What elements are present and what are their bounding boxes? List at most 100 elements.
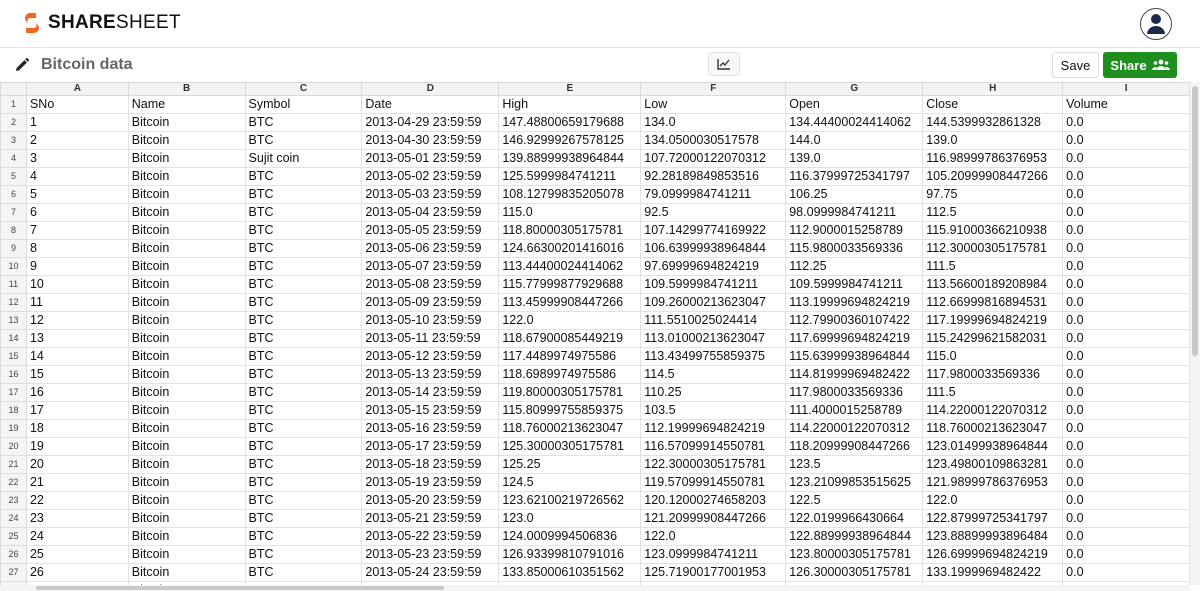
row-number[interactable]: 5 xyxy=(0,167,27,186)
row-number[interactable]: 8 xyxy=(0,221,27,240)
cell[interactable]: 15 xyxy=(25,365,129,384)
cell[interactable]: 113.01000213623047 xyxy=(640,329,787,348)
cell[interactable]: Bitcoin xyxy=(127,365,246,384)
row-number[interactable]: 14 xyxy=(0,329,27,348)
cell[interactable]: 0.0 xyxy=(1062,347,1190,366)
column-header-a[interactable]: A xyxy=(25,82,129,96)
cell[interactable]: 6 xyxy=(25,203,129,222)
cell[interactable]: 2013-05-11 23:59:59 xyxy=(361,329,500,348)
column-header-e[interactable]: E xyxy=(498,82,642,96)
cell[interactable]: Bitcoin xyxy=(127,149,246,168)
cell[interactable]: 133.85000610351562 xyxy=(498,563,642,582)
cell[interactable]: 115.24299621582031 xyxy=(922,329,1064,348)
cell[interactable]: 123.80000305175781 xyxy=(785,545,924,564)
cell[interactable]: 117.69999694824219 xyxy=(785,329,924,348)
cell[interactable]: Bitcoin xyxy=(127,293,246,312)
cell[interactable]: 116.37999725341797 xyxy=(785,167,924,186)
cell[interactable]: 113.56600189208984 xyxy=(922,275,1064,294)
share-button[interactable]: Share xyxy=(1103,52,1177,78)
cell[interactable]: 123.0 xyxy=(498,509,642,528)
cell[interactable]: BTC xyxy=(244,221,363,240)
cell[interactable]: 2013-05-02 23:59:59 xyxy=(361,167,500,186)
horizontal-scrollbar[interactable] xyxy=(0,585,1190,591)
cell[interactable]: 107.72000122070312 xyxy=(640,149,787,168)
cell[interactable]: BTC xyxy=(244,491,363,510)
cell[interactable]: 112.19999694824219 xyxy=(640,419,787,438)
cell[interactable]: BTC xyxy=(244,527,363,546)
cell[interactable]: 21 xyxy=(25,473,129,492)
cell[interactable]: BTC xyxy=(244,311,363,330)
cell[interactable]: 112.9000015258789 xyxy=(785,221,924,240)
cell[interactable]: 2013-05-10 23:59:59 xyxy=(361,311,500,330)
cell[interactable]: 122.0199966430664 xyxy=(785,509,924,528)
cell[interactable]: 139.88999938964844 xyxy=(498,149,642,168)
cell[interactable]: 2013-05-16 23:59:59 xyxy=(361,419,500,438)
cell[interactable]: 126.69999694824219 xyxy=(922,545,1064,564)
cell[interactable]: 98.0999984741211 xyxy=(785,203,924,222)
cell[interactable]: 0.0 xyxy=(1062,437,1190,456)
cell[interactable]: 118.67900085449219 xyxy=(498,329,642,348)
cell[interactable]: 122.0 xyxy=(640,527,787,546)
cell[interactable]: 122.30000305175781 xyxy=(640,455,787,474)
cell[interactable]: 118.6989974975586 xyxy=(498,365,642,384)
cell[interactable]: Bitcoin xyxy=(127,563,246,582)
cell[interactable]: Low xyxy=(640,95,787,114)
cell[interactable]: 0.0 xyxy=(1062,545,1190,564)
cell[interactable]: 0.0 xyxy=(1062,149,1190,168)
cell[interactable]: 12 xyxy=(25,311,129,330)
cell[interactable]: 0.0 xyxy=(1062,167,1190,186)
cell[interactable]: 2013-05-22 23:59:59 xyxy=(361,527,500,546)
cell[interactable]: 112.30000305175781 xyxy=(922,239,1064,258)
insert-chart-button[interactable] xyxy=(708,52,740,76)
cell[interactable]: Sujit coin xyxy=(244,149,363,168)
cell[interactable]: Name xyxy=(127,95,246,114)
cell[interactable]: 115.77999877929688 xyxy=(498,275,642,294)
cell[interactable]: 79.0999984741211 xyxy=(640,185,787,204)
cell[interactable]: 103.5 xyxy=(640,401,787,420)
cell[interactable]: 0.0 xyxy=(1062,509,1190,528)
cell[interactable]: 24 xyxy=(25,527,129,546)
cell[interactable]: 139.0 xyxy=(922,131,1064,150)
cell[interactable]: 108.12799835205078 xyxy=(498,185,642,204)
cell[interactable]: 2 xyxy=(25,131,129,150)
cell[interactable]: 134.0 xyxy=(640,113,787,132)
cell[interactable]: 123.49800109863281 xyxy=(922,455,1064,474)
cell[interactable]: 26 xyxy=(25,563,129,582)
spreadsheet-grid[interactable]: ABCDEFGHI 1 SNo Name Symbol Date High Low Open C… xyxy=(0,82,1190,585)
cell[interactable]: 118.80000305175781 xyxy=(498,221,642,240)
row-number[interactable]: 10 xyxy=(0,257,27,276)
cell[interactable]: Bitcoin xyxy=(127,437,246,456)
cell[interactable]: 115.9800033569336 xyxy=(785,239,924,258)
row-number[interactable]: 22 xyxy=(0,473,27,492)
cell[interactable]: 2013-05-08 23:59:59 xyxy=(361,275,500,294)
cell[interactable]: Volume xyxy=(1062,95,1190,114)
cell[interactable]: BTC xyxy=(244,293,363,312)
cell[interactable]: 122.88999938964844 xyxy=(785,527,924,546)
cell[interactable]: BTC xyxy=(244,419,363,438)
cell[interactable]: 109.5999984741211 xyxy=(785,275,924,294)
cell[interactable]: Bitcoin xyxy=(127,311,246,330)
cell[interactable]: 14 xyxy=(25,347,129,366)
cell[interactable]: 115.0 xyxy=(498,203,642,222)
row-number[interactable]: 20 xyxy=(0,437,27,456)
cell[interactable]: 118.76000213623047 xyxy=(498,419,642,438)
cell[interactable]: BTC xyxy=(244,365,363,384)
cell[interactable]: 7 xyxy=(25,221,129,240)
cell[interactable]: 122.87999725341797 xyxy=(922,509,1064,528)
cell[interactable]: 125.30000305175781 xyxy=(498,437,642,456)
cell[interactable]: BTC xyxy=(244,185,363,204)
cell[interactable]: 2013-05-17 23:59:59 xyxy=(361,437,500,456)
cell[interactable]: 125.25 xyxy=(498,455,642,474)
cell[interactable]: 112.5 xyxy=(922,203,1064,222)
cell[interactable]: 19 xyxy=(25,437,129,456)
cell[interactable]: 23 xyxy=(25,509,129,528)
cell[interactable]: BTC xyxy=(244,347,363,366)
cell[interactable]: 2013-05-13 23:59:59 xyxy=(361,365,500,384)
row-number[interactable]: 15 xyxy=(0,347,27,366)
cell[interactable]: BTC xyxy=(244,401,363,420)
cell[interactable]: Open xyxy=(785,95,924,114)
cell[interactable]: Bitcoin xyxy=(127,527,246,546)
cell[interactable]: 16 xyxy=(25,383,129,402)
cell[interactable]: BTC xyxy=(244,275,363,294)
cell[interactable]: 144.0 xyxy=(785,131,924,150)
